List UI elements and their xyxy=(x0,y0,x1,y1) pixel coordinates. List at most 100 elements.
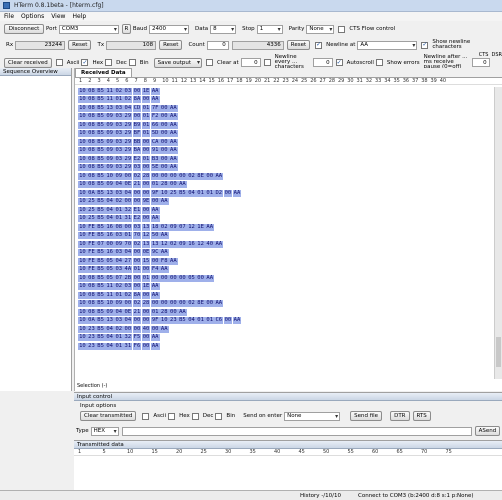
hex-byte: 31 xyxy=(123,215,133,223)
count-input[interactable]: 0 xyxy=(206,40,229,50)
hex-byte: AA xyxy=(159,232,169,240)
hex-byte: 09 xyxy=(114,172,124,180)
send-input[interactable] xyxy=(121,426,472,436)
hex-byte: 12 xyxy=(196,240,206,248)
hex-byte: 10 xyxy=(78,334,87,342)
received-scrollbar[interactable] xyxy=(494,87,502,379)
autoscroll-checkbox[interactable] xyxy=(335,59,343,66)
clear-at-input[interactable]: 0 xyxy=(240,58,261,67)
input-bin-checkbox[interactable] xyxy=(215,412,223,420)
hex-byte: AA xyxy=(214,300,224,308)
hex-byte: 10 xyxy=(105,300,115,308)
hex-byte: 03 xyxy=(114,147,124,155)
hex-byte: 02 xyxy=(168,240,178,248)
menu-view[interactable]: View xyxy=(51,13,65,20)
input-hex-checkbox[interactable] xyxy=(168,412,176,420)
input-ascii-checkbox[interactable] xyxy=(142,412,150,420)
menu-file[interactable]: File xyxy=(4,13,14,20)
input-ascii-label: Ascii xyxy=(153,413,167,419)
show-errors-checkbox[interactable] xyxy=(375,59,383,66)
hex-byte: 29 xyxy=(123,113,133,121)
menu-options[interactable]: Options xyxy=(21,13,44,20)
scroll-thumb[interactable] xyxy=(496,337,501,367)
tab-received-data[interactable]: Received Data xyxy=(75,68,132,77)
hex-byte: D2 xyxy=(214,189,224,197)
ascii-checkbox[interactable] xyxy=(55,59,63,66)
newline-every-input[interactable]: 0 xyxy=(312,58,333,67)
newline-after-input[interactable]: 0 xyxy=(471,58,490,67)
hex-byte: B5 xyxy=(96,189,105,197)
hex-byte: AA xyxy=(150,215,160,223)
hex-byte: 08 xyxy=(87,181,96,189)
input-dec-checkbox[interactable] xyxy=(191,412,199,420)
bin-checkbox[interactable] xyxy=(128,59,136,66)
clear-received-button[interactable]: Clear received xyxy=(4,57,52,68)
tx-reset-button[interactable]: Reset xyxy=(159,40,183,50)
type-select[interactable]: HEX xyxy=(90,426,119,436)
hex-byte: 08 xyxy=(87,274,96,282)
hex-checkbox[interactable] xyxy=(81,59,89,66)
tx-count: 108 xyxy=(106,40,157,50)
count-reset-button[interactable]: Reset xyxy=(286,40,311,50)
parity-select[interactable]: None xyxy=(306,24,335,34)
hex-byte: CA xyxy=(150,138,160,146)
hex-byte: 16 xyxy=(105,232,115,240)
send-file-button[interactable]: Send file xyxy=(350,411,383,421)
clear-transmitted-button[interactable]: Clear transmitted xyxy=(80,411,137,421)
hex-byte: 03 xyxy=(114,189,124,197)
hex-byte: 09 xyxy=(105,130,115,138)
refresh-ports-button[interactable]: R xyxy=(121,24,131,34)
hex-byte: CD xyxy=(132,104,142,112)
asend-button[interactable]: ASend xyxy=(474,426,501,436)
hex-byte: 04 xyxy=(105,206,115,214)
newline-at-checkbox[interactable] xyxy=(315,41,323,49)
save-output-button[interactable]: Save output xyxy=(153,57,202,68)
hex-byte: FE xyxy=(87,240,96,248)
menu-help[interactable]: Help xyxy=(72,13,86,20)
dec-checkbox[interactable] xyxy=(105,59,113,66)
hex-byte: 28 xyxy=(159,308,169,316)
data-line: 10 08 B5 11 01 02 8A 00 AA xyxy=(78,291,493,300)
port-select[interactable]: COM3 xyxy=(58,24,119,34)
dsr-indicator: DSR xyxy=(491,52,502,58)
hex-byte: 10 xyxy=(78,266,87,274)
hex-byte: 08 xyxy=(87,308,96,316)
hex-byte: 13 xyxy=(105,104,115,112)
hex-byte: 00 xyxy=(150,198,160,206)
ruler-tick: 33 xyxy=(375,78,382,84)
hex-byte: 13 xyxy=(141,240,151,248)
hex-byte: 16 xyxy=(105,223,115,231)
show-newline-checkbox[interactable] xyxy=(421,41,429,49)
data-line: 10 08 B5 09 04 0E 21 00 01 28 00 AA xyxy=(78,308,493,317)
rx-reset-button[interactable]: Reset xyxy=(68,40,92,50)
stop-bits-select[interactable]: 1 xyxy=(256,24,283,34)
clear-at-checkbox[interactable] xyxy=(205,59,213,66)
dtr-button[interactable]: DTR xyxy=(390,411,410,421)
hex-byte: 23 xyxy=(87,334,96,342)
hex-byte: 08 xyxy=(87,96,96,104)
newline-every-checkbox[interactable] xyxy=(263,59,271,66)
hex-byte: B5 xyxy=(96,334,105,342)
hex-byte: B5 xyxy=(96,147,105,155)
rts-button[interactable]: RTS xyxy=(412,411,431,421)
hex-byte: 10 xyxy=(78,138,87,146)
disconnect-button[interactable]: Disconnect xyxy=(4,24,44,34)
newline-at-label: Newline at xyxy=(326,42,356,48)
hex-byte: C6 xyxy=(214,317,224,325)
hex-byte: 02 xyxy=(187,300,196,308)
newline-at-select[interactable]: AA xyxy=(357,40,418,50)
hex-byte: 00 xyxy=(141,147,151,155)
hex-byte: 01 xyxy=(141,104,151,112)
hex-byte: 10 xyxy=(78,317,87,325)
send-on-enter-select[interactable]: None xyxy=(284,411,341,421)
received-data-lines[interactable]: 10 08 B5 11 02 03 00 1E AA 10 08 B5 11 01 02 8A 00 AA 10 08… xyxy=(78,87,493,351)
data-bits-select[interactable]: 8 xyxy=(210,24,237,34)
ruler-tick: 6 xyxy=(125,78,129,84)
hex-byte: 10 xyxy=(78,87,87,95)
hex-byte: 00 xyxy=(168,172,178,180)
cts-flow-checkbox[interactable] xyxy=(338,25,346,33)
hex-byte: 40 xyxy=(141,325,151,333)
hex-byte: 00 xyxy=(150,325,160,333)
ruler-tick: 75 xyxy=(445,449,452,455)
baud-select[interactable]: 2400 xyxy=(149,24,190,34)
